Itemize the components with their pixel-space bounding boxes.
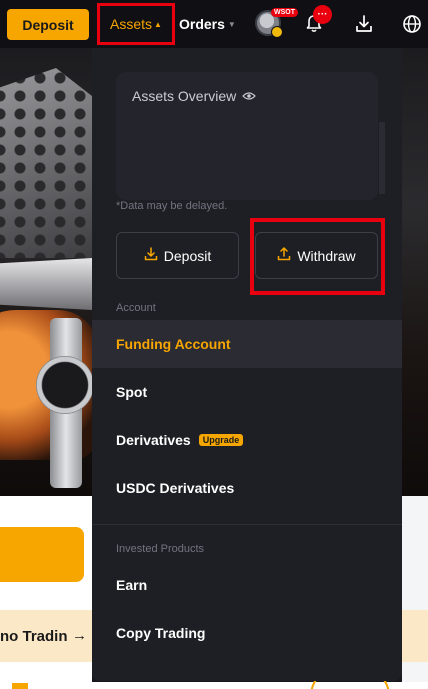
menu-item-label: Copy Trading: [116, 625, 206, 641]
menu-item-label: Funding Account: [116, 336, 231, 352]
menu-withdraw-button[interactable]: Withdraw: [255, 232, 378, 279]
menu-divider: [92, 524, 402, 525]
menu-item-label: Spot: [116, 384, 148, 400]
banner-watch-face: [36, 356, 94, 414]
nav-assets-label: Assets: [110, 16, 153, 32]
assets-dropdown: Assets Overview *Data may be delayed. De…: [92, 48, 402, 681]
globe-icon[interactable]: [400, 12, 424, 36]
eye-icon[interactable]: [242, 88, 257, 104]
assets-overview-title: Assets Overview: [132, 88, 237, 104]
notification-badge: ···: [313, 5, 332, 24]
menu-item-usdc-derivatives[interactable]: USDC Derivatives: [92, 464, 402, 512]
promo-arrow-icon[interactable]: →: [72, 627, 87, 644]
avatar-badge: WSOT: [271, 8, 298, 17]
vip-shield-icon: [271, 26, 283, 38]
menu-item-label: Derivatives: [116, 432, 191, 448]
banner-logo-letters: [0, 258, 92, 310]
menu-item-spot[interactable]: Spot: [92, 368, 402, 416]
caret-down-icon: ▼: [227, 19, 236, 29]
deposit-arrow-icon: [144, 247, 158, 264]
menu-item-funding-account[interactable]: Funding Account: [92, 320, 402, 368]
top-navigation-bar: Deposit Assets ▲ Orders ▼ WSOT ···: [0, 0, 428, 48]
menu-item-earn[interactable]: Earn: [92, 561, 402, 609]
page-cta-button[interactable]: [0, 527, 84, 582]
menu-item-label: Earn: [116, 577, 148, 593]
page-bottom-accent: [12, 683, 28, 689]
data-delay-note: *Data may be delayed.: [116, 200, 228, 212]
deposit-button[interactable]: Deposit: [7, 9, 89, 40]
upgrade-badge: Upgrade: [198, 434, 244, 446]
menu-item-copy-trading[interactable]: Copy Trading: [92, 609, 402, 657]
invested-section-label: Invested Products: [116, 543, 205, 555]
caret-up-icon: ▲: [154, 19, 162, 29]
banner-hex-grille: [0, 68, 100, 258]
nav-orders-menu[interactable]: Orders ▼: [179, 12, 236, 36]
overview-scroll-indicator: [379, 122, 385, 194]
menu-item-derivatives[interactable]: Derivatives Upgrade: [92, 416, 402, 464]
assets-overview-card[interactable]: Assets Overview: [116, 72, 378, 200]
nav-assets-menu[interactable]: Assets ▲: [97, 3, 175, 45]
menu-deposit-button[interactable]: Deposit: [116, 232, 239, 279]
account-section-label: Account: [116, 302, 156, 314]
assets-overview-header: Assets Overview: [132, 88, 257, 104]
menu-withdraw-label: Withdraw: [297, 247, 356, 264]
download-icon[interactable]: [352, 12, 376, 36]
menu-deposit-label: Deposit: [163, 247, 212, 264]
nav-orders-label: Orders: [179, 16, 225, 32]
menu-item-label: USDC Derivatives: [116, 480, 235, 496]
withdraw-arrow-icon: [277, 247, 291, 264]
